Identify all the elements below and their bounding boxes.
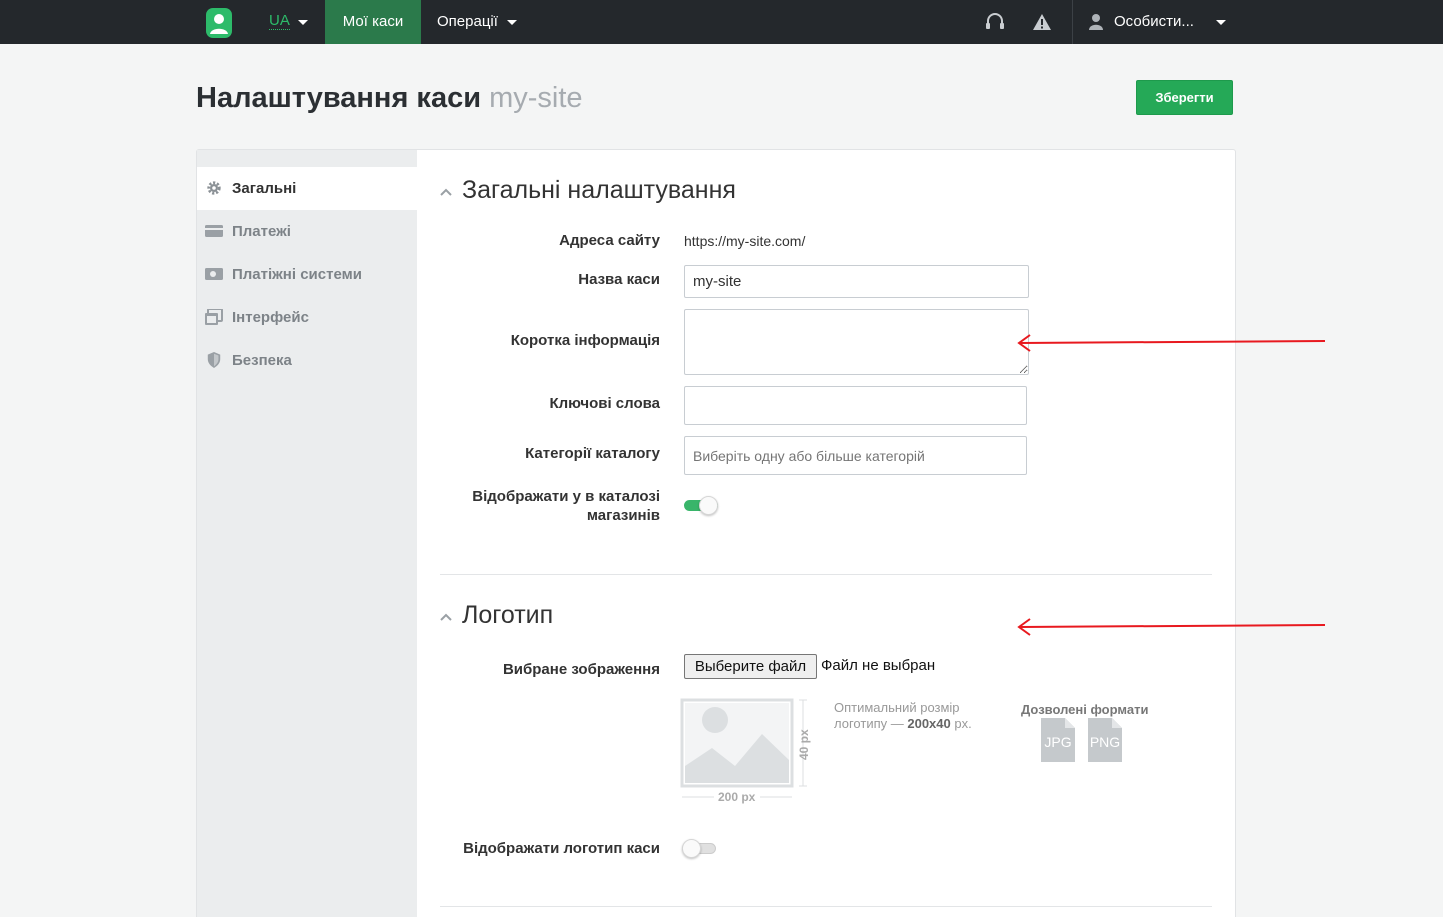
toggle-knob — [682, 839, 701, 858]
show-logo-label: Відображати логотип каси — [463, 840, 660, 857]
logo-placeholder-image-icon — [680, 698, 807, 798]
site-url-value: https://my-site.com/ — [684, 233, 806, 249]
save-button[interactable]: Зберегти — [1136, 80, 1233, 115]
profile-menu[interactable]: Особисти... — [1114, 0, 1194, 44]
card-icon — [205, 225, 223, 237]
navbar-separator — [1072, 0, 1073, 44]
collapse-logo-chevron-icon[interactable] — [440, 613, 452, 621]
width-dimension-label: 200 px — [718, 790, 756, 804]
gear-icon — [207, 181, 221, 195]
language-chevron-down-icon[interactable] — [298, 20, 308, 25]
profile-chevron-down-icon[interactable] — [1216, 20, 1226, 25]
allowed-formats-title: Дозволені формати — [1021, 702, 1149, 717]
height-dimension-label: 40 px — [797, 729, 811, 760]
page-title: Налаштування каси my-site — [196, 82, 583, 115]
sidebar-item-label: Інтерфейс — [232, 309, 309, 326]
general-section-title: Загальні налаштування — [462, 176, 736, 204]
money-icon — [205, 268, 223, 280]
png-format-label: PNG — [1090, 734, 1120, 750]
sidebar-item-interface[interactable]: Інтерфейс — [197, 296, 417, 339]
hint-unit: px. — [954, 716, 972, 731]
page-title-text: Налаштування каси — [196, 82, 482, 114]
logo-size-hint: Оптимальний розмір логотипу — 200x40 px. — [834, 700, 994, 732]
show-in-catalog-toggle[interactable] — [684, 496, 719, 515]
jpg-format-label: JPG — [1044, 734, 1071, 750]
sidebar-item-payments[interactable]: Платежі — [197, 210, 417, 253]
app-logo-icon[interactable] — [206, 8, 232, 38]
hint-line-2: логотипу — — [834, 716, 904, 731]
cashbox-name-input[interactable] — [684, 265, 1029, 298]
sidebar-item-label: Загальні — [232, 180, 297, 197]
warning-icon[interactable] — [1031, 11, 1053, 33]
nav-my-cashboxes[interactable]: Мої каси — [325, 0, 421, 44]
keywords-label: Ключові слова — [549, 395, 660, 412]
section-divider — [440, 906, 1212, 907]
short-info-textarea[interactable] — [684, 309, 1029, 375]
file-status-text: Файл не выбран — [821, 657, 936, 674]
show-in-catalog-label: Відображати у в каталозі магазинів — [472, 487, 660, 525]
show-in-catalog-label-line-1: Відображати у в каталозі — [472, 488, 660, 505]
top-navbar: UA Мої каси Операції Особисти... — [0, 0, 1443, 44]
keywords-input[interactable] — [684, 386, 1027, 425]
operations-chevron-down-icon[interactable] — [507, 20, 517, 25]
annotation-arrow-icon — [1017, 334, 1326, 352]
nav-operations[interactable]: Операції — [437, 0, 498, 44]
user-icon[interactable] — [1088, 13, 1104, 30]
sidebar-item-label: Платежі — [232, 223, 291, 240]
headset-icon[interactable] — [984, 11, 1006, 33]
show-logo-toggle[interactable] — [682, 839, 717, 858]
sidebar-item-payment-systems[interactable]: Платіжні системи — [197, 253, 417, 296]
page-subtitle: my-site — [489, 82, 583, 114]
sidebar-item-general[interactable]: Загальні — [197, 167, 417, 210]
jpg-file-icon: JPG — [1041, 718, 1075, 762]
collapse-general-chevron-icon[interactable] — [440, 188, 452, 196]
window-icon — [205, 309, 223, 325]
toggle-knob — [699, 496, 718, 515]
shield-icon — [207, 352, 221, 368]
annotation-arrow-icon — [1017, 618, 1326, 636]
choose-file-button[interactable]: Выберите файл — [684, 654, 817, 679]
site-url-label: Адреса сайту — [559, 232, 660, 249]
sidebar-item-security[interactable]: Безпека — [197, 339, 417, 382]
categories-select[interactable] — [684, 436, 1027, 475]
short-info-label: Коротка інформація — [510, 332, 660, 349]
cashbox-name-label: Назва каси — [578, 271, 660, 288]
logo-section-title: Логотип — [462, 601, 554, 629]
hint-line-1: Оптимальний розмір — [834, 700, 960, 715]
sidebar-item-label: Платіжні системи — [232, 266, 362, 283]
show-in-catalog-label-line-2: магазинів — [586, 507, 660, 524]
section-divider — [440, 574, 1212, 575]
sidebar-item-label: Безпека — [232, 352, 292, 369]
selected-image-label: Вибране зображення — [502, 661, 660, 678]
png-file-icon: PNG — [1088, 718, 1122, 762]
hint-size: 200x40 — [907, 716, 951, 731]
language-selector[interactable]: UA — [269, 13, 290, 30]
categories-label: Категорії каталогу — [525, 445, 660, 462]
